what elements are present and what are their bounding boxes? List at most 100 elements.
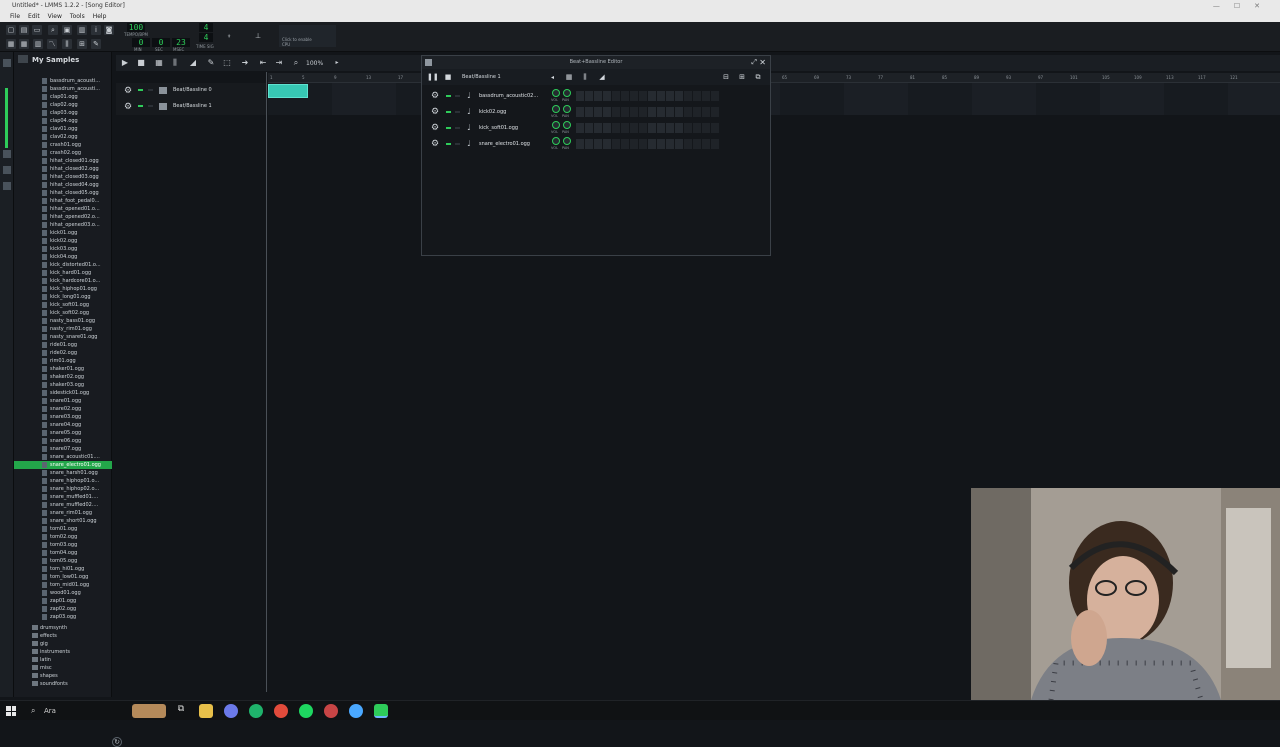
pan-knob[interactable] bbox=[563, 137, 571, 145]
open-project-icon[interactable]: ▭ bbox=[32, 25, 42, 35]
file-item[interactable]: kick04.ogg bbox=[14, 253, 112, 261]
step-button[interactable] bbox=[702, 107, 710, 117]
search-icon[interactable]: ⌕ bbox=[48, 25, 58, 35]
pattern-select[interactable]: Beat/Bassline 1 ◂ bbox=[458, 73, 556, 82]
step-button[interactable] bbox=[702, 123, 710, 133]
whatsapp-icon[interactable] bbox=[249, 704, 263, 718]
instrument-name[interactable]: kick02.ogg bbox=[479, 107, 549, 117]
step-button[interactable] bbox=[576, 139, 584, 149]
file-item[interactable]: crash01.ogg bbox=[14, 141, 112, 149]
step-button[interactable] bbox=[666, 107, 674, 117]
timeline-ruler[interactable]: 1591317212529333741454953576165697377818… bbox=[268, 73, 1280, 83]
step-button[interactable] bbox=[594, 91, 602, 101]
save-icon[interactable]: ▣ bbox=[62, 25, 72, 35]
folder-item[interactable]: drumsynth bbox=[14, 624, 112, 632]
step-button[interactable] bbox=[657, 91, 665, 101]
step-button[interactable] bbox=[603, 107, 611, 117]
stop-icon[interactable]: ■ bbox=[443, 72, 453, 82]
file-item[interactable]: bassdrum_acousti... bbox=[14, 77, 112, 85]
step-button[interactable] bbox=[621, 91, 629, 101]
song-editor-icon[interactable]: ▦ bbox=[6, 39, 16, 49]
file-item[interactable]: kick_hiphop01.ogg bbox=[14, 285, 112, 293]
step-button[interactable] bbox=[666, 139, 674, 149]
step-button[interactable] bbox=[594, 139, 602, 149]
track-mute-toggle[interactable] bbox=[138, 89, 143, 91]
menu-file[interactable]: File bbox=[10, 12, 20, 22]
instrument-name[interactable]: snare_electro01.ogg bbox=[479, 139, 549, 149]
file-item[interactable]: snare_muffled01.... bbox=[14, 493, 112, 501]
step-button[interactable] bbox=[612, 107, 620, 117]
edit-mode-icon[interactable]: ⬚ bbox=[222, 58, 232, 68]
windows-start-icon[interactable] bbox=[6, 706, 16, 716]
file-item[interactable]: shaker03.ogg bbox=[14, 381, 112, 389]
instrument-settings-icon[interactable]: ⚙ bbox=[431, 139, 439, 149]
lmms-icon[interactable] bbox=[374, 704, 388, 718]
obs-icon[interactable] bbox=[324, 704, 338, 718]
step-button[interactable] bbox=[684, 139, 692, 149]
add-sample-track-icon[interactable]: ⫼ bbox=[580, 72, 590, 82]
file-item[interactable]: tom05.ogg bbox=[14, 557, 112, 565]
file-item[interactable]: clap01.ogg bbox=[14, 93, 112, 101]
track-mute-toggle[interactable] bbox=[138, 105, 143, 107]
file-item[interactable]: tom04.ogg bbox=[14, 549, 112, 557]
file-item[interactable]: clap04.ogg bbox=[14, 117, 112, 125]
file-item[interactable]: clav01.ogg bbox=[14, 125, 112, 133]
file-item[interactable]: tom_mid01.ogg bbox=[14, 581, 112, 589]
track-settings-icon[interactable]: ⚙ bbox=[124, 102, 132, 112]
instrument-mute-toggle[interactable] bbox=[446, 111, 451, 113]
step-button[interactable] bbox=[585, 123, 593, 133]
step-button[interactable] bbox=[675, 139, 683, 149]
bb-editor-titlebar[interactable]: Beat+Bassline Editor ⤢ ✕ bbox=[422, 56, 770, 69]
file-item[interactable]: snare04.ogg bbox=[14, 421, 112, 429]
new-from-template-icon[interactable]: ▤ bbox=[19, 25, 29, 35]
step-button[interactable] bbox=[585, 139, 593, 149]
maximize-button[interactable]: ☐ bbox=[1234, 2, 1254, 10]
step-button[interactable] bbox=[621, 107, 629, 117]
timesig-denominator[interactable]: 4 bbox=[199, 33, 213, 42]
pan-knob[interactable] bbox=[563, 121, 571, 129]
file-item[interactable]: crash02.ogg bbox=[14, 149, 112, 157]
file-item[interactable]: kick_long01.ogg bbox=[14, 293, 112, 301]
file-item[interactable]: snare02.ogg bbox=[14, 405, 112, 413]
play-icon[interactable]: ▶ bbox=[120, 58, 130, 68]
step-button[interactable] bbox=[693, 91, 701, 101]
file-item[interactable]: snare_short01.ogg bbox=[14, 517, 112, 525]
file-item[interactable]: tom02.ogg bbox=[14, 533, 112, 541]
file-item[interactable]: zap03.ogg bbox=[14, 613, 112, 621]
volume-knob[interactable] bbox=[552, 89, 560, 97]
file-item[interactable]: tom_hi01.ogg bbox=[14, 565, 112, 573]
instrument-mute-toggle[interactable] bbox=[446, 127, 451, 129]
step-button[interactable] bbox=[612, 123, 620, 133]
file-item[interactable]: kick01.ogg bbox=[14, 229, 112, 237]
step-button[interactable] bbox=[639, 107, 647, 117]
file-item[interactable]: tom03.ogg bbox=[14, 541, 112, 549]
file-item[interactable]: kick_hard01.ogg bbox=[14, 269, 112, 277]
pause-icon[interactable]: ❚❚ bbox=[427, 72, 439, 82]
file-item[interactable]: clap02.ogg bbox=[14, 101, 112, 109]
mixer-icon[interactable]: ⫼ bbox=[62, 39, 72, 49]
instrument-name[interactable]: kick_soft01.ogg bbox=[479, 123, 549, 133]
file-item[interactable]: ride01.ogg bbox=[14, 341, 112, 349]
taskbar-thumbnail-app[interactable] bbox=[132, 704, 166, 718]
instrument-mute-toggle[interactable] bbox=[446, 143, 451, 145]
step-button[interactable] bbox=[576, 107, 584, 117]
track-name[interactable]: Beat/Bassline 1 bbox=[173, 103, 212, 109]
window-menu-icon[interactable] bbox=[425, 59, 432, 66]
step-button[interactable] bbox=[603, 91, 611, 101]
file-item[interactable]: kick_soft01.ogg bbox=[14, 301, 112, 309]
tempo-display[interactable]: 100 bbox=[127, 23, 145, 32]
file-item[interactable]: hihat_closed05.ogg bbox=[14, 189, 112, 197]
step-button[interactable] bbox=[657, 107, 665, 117]
file-item[interactable]: zap02.ogg bbox=[14, 605, 112, 613]
step-button[interactable] bbox=[657, 139, 665, 149]
file-item[interactable]: kick03.ogg bbox=[14, 245, 112, 253]
loop-points-icon[interactable]: ⇤ bbox=[258, 58, 268, 68]
remove-steps-icon[interactable]: ⊟ bbox=[721, 72, 731, 82]
add-bb-track-icon[interactable]: ▦ bbox=[154, 58, 164, 68]
file-item[interactable]: sidestick01.ogg bbox=[14, 389, 112, 397]
file-item[interactable]: hihat_closed04.ogg bbox=[14, 181, 112, 189]
master-pitch-icon[interactable]: ⊥ bbox=[253, 31, 263, 41]
menu-view[interactable]: View bbox=[48, 12, 62, 22]
file-item[interactable]: snare07.ogg bbox=[14, 445, 112, 453]
file-item[interactable]: rim01.ogg bbox=[14, 357, 112, 365]
